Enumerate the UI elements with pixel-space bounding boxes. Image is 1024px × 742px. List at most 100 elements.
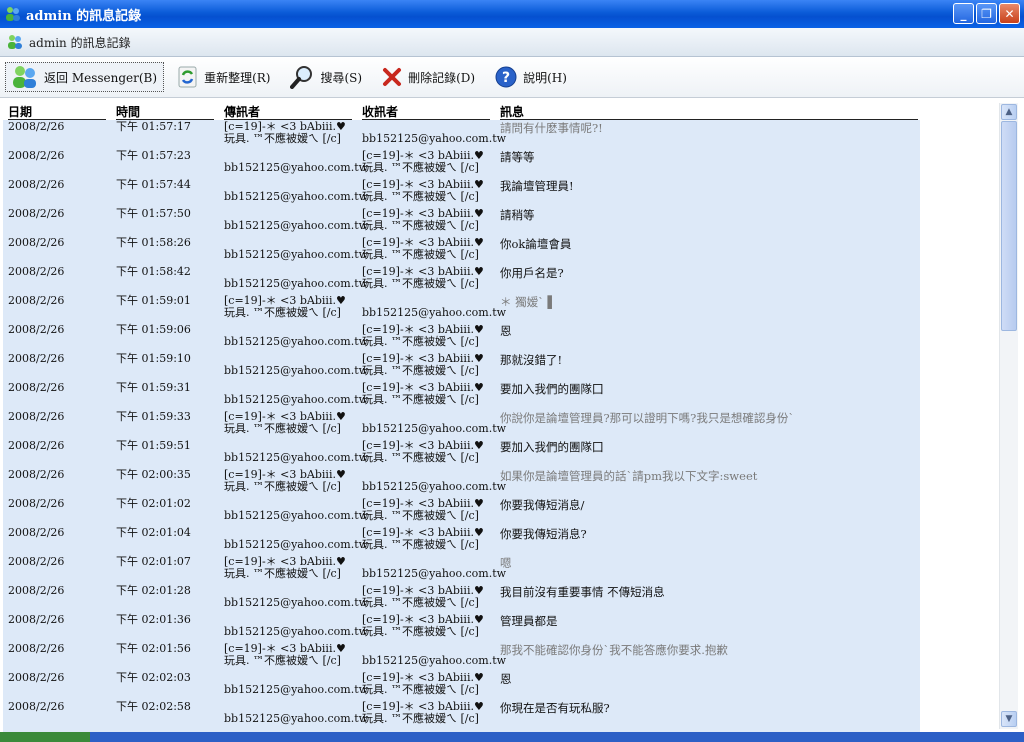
search-icon bbox=[290, 66, 313, 89]
scroll-down-button[interactable]: ▼ bbox=[1001, 711, 1017, 727]
scroll-up-button[interactable]: ▲ bbox=[1001, 104, 1017, 120]
cell-time: 下午 01:57:23 bbox=[116, 149, 191, 162]
cell-receiver: [c=19]-＊ <3 bAbiii.♥玩具. ™不應被嫒ㄟ [/c] bbox=[362, 352, 484, 377]
table-row[interactable]: 2008/2/26 下午 02:01:02 bb152125@yahoo.com.t… bbox=[3, 497, 920, 526]
table-row[interactable]: 2008/2/26 下午 02:01:07 [c=19]-＊ <3 bAbiii.♥… bbox=[3, 555, 920, 584]
table-row[interactable]: 2008/2/26 下午 01:59:01 [c=19]-＊ <3 bAbiii.♥… bbox=[3, 294, 920, 323]
table-row[interactable]: 2008/2/26 下午 02:01:56 [c=19]-＊ <3 bAbiii.♥… bbox=[3, 642, 920, 671]
cell-message: 你要我傳短消息/ bbox=[500, 498, 585, 512]
empty-area bbox=[920, 98, 998, 732]
table-row[interactable]: 2008/2/26 下午 01:59:51 bb152125@yahoo.com.t… bbox=[3, 439, 920, 468]
messenger-buddies-icon bbox=[8, 35, 22, 49]
cell-time: 下午 02:01:02 bbox=[116, 497, 191, 510]
table-row[interactable]: 2008/2/26 下午 01:59:10 bb152125@yahoo.com.t… bbox=[3, 352, 920, 381]
svg-text:?: ? bbox=[502, 70, 510, 86]
cell-sender: [c=19]-＊ <3 bAbiii.♥玩具. ™不應被嫒ㄟ [/c] bbox=[224, 468, 346, 493]
cell-message: 要加入我們的團隊囗 bbox=[500, 382, 604, 396]
cell-receiver: [c=19]-＊ <3 bAbiii.♥玩具. ™不應被嫒ㄟ [/c] bbox=[362, 236, 484, 261]
refresh-button[interactable]: 重新整理(R) bbox=[172, 62, 276, 92]
cell-time: 下午 01:57:44 bbox=[116, 178, 191, 191]
cell-receiver: [c=19]-＊ <3 bAbiii.♥玩具. ™不應被嫒ㄟ [/c] bbox=[362, 178, 484, 203]
table-row[interactable]: 2008/2/26 下午 01:57:44 bb152125@yahoo.com.t… bbox=[3, 178, 920, 207]
column-header-sender[interactable]: 傳訊者 bbox=[224, 103, 352, 120]
cell-date: 2008/2/26 bbox=[8, 497, 65, 510]
cell-message: 你用戶名是? bbox=[500, 266, 564, 280]
cell-time: 下午 01:57:17 bbox=[116, 120, 191, 133]
cell-receiver: [c=19]-＊ <3 bAbiii.♥玩具. ™不應被嫒ㄟ [/c] bbox=[362, 671, 484, 696]
cell-date: 2008/2/26 bbox=[8, 584, 65, 597]
restore-button[interactable]: ❐ bbox=[976, 3, 997, 24]
vertical-scrollbar[interactable]: ▲ ▼ bbox=[999, 103, 1018, 729]
window-controls: _ ❐ ✕ bbox=[953, 3, 1020, 24]
search-button[interactable]: 搜尋(S) bbox=[284, 62, 368, 92]
cell-sender: [c=19]-＊ <3 bAbiii.♥玩具. ™不應被嫒ㄟ [/c] bbox=[224, 294, 346, 319]
scroll-thumb[interactable] bbox=[1001, 121, 1017, 331]
table-row[interactable]: 2008/2/26 下午 01:57:17 [c=19]-＊ <3 bAbiii.♥… bbox=[3, 120, 920, 149]
table-row[interactable]: 2008/2/26 下午 01:57:50 bb152125@yahoo.com.t… bbox=[3, 207, 920, 236]
cell-date: 2008/2/26 bbox=[8, 700, 65, 713]
cell-time: 下午 01:59:01 bbox=[116, 294, 191, 307]
close-button[interactable]: ✕ bbox=[999, 3, 1020, 24]
table-row[interactable]: 2008/2/26 下午 01:59:33 [c=19]-＊ <3 bAbiii.♥… bbox=[3, 410, 920, 439]
refresh-button-label: 重新整理(R) bbox=[204, 70, 271, 85]
column-header-receiver[interactable]: 收訊者 bbox=[362, 103, 490, 120]
cell-sender: bb152125@yahoo.com.tw bbox=[224, 219, 369, 232]
cell-receiver: [c=19]-＊ <3 bAbiii.♥玩具. ™不應被嫒ㄟ [/c] bbox=[362, 613, 484, 638]
cell-sender: [c=19]-＊ <3 bAbiii.♥玩具. ™不應被嫒ㄟ [/c] bbox=[224, 642, 346, 667]
minimize-button[interactable]: _ bbox=[953, 3, 974, 24]
cell-message: 你ok論壇會員 bbox=[500, 237, 572, 251]
cell-time: 下午 01:57:50 bbox=[116, 207, 191, 220]
close-icon: ✕ bbox=[1004, 6, 1015, 21]
column-header-time[interactable]: 時間 bbox=[116, 103, 214, 120]
cell-sender: bb152125@yahoo.com.tw bbox=[224, 335, 369, 348]
table-row[interactable]: 2008/2/26 下午 01:59:06 bb152125@yahoo.com.t… bbox=[3, 323, 920, 352]
cell-receiver: bb152125@yahoo.com.tw bbox=[362, 306, 507, 319]
cell-sender: [c=19]-＊ <3 bAbiii.♥玩具. ™不應被嫒ㄟ [/c] bbox=[224, 555, 346, 580]
cell-message: 那就沒錯了! bbox=[500, 353, 563, 367]
table-row[interactable]: 2008/2/26 下午 02:00:35 [c=19]-＊ <3 bAbiii.♥… bbox=[3, 468, 920, 497]
cell-time: 下午 01:59:31 bbox=[116, 381, 191, 394]
back-to-messenger-button[interactable]: 返回 Messenger(B) bbox=[5, 62, 165, 92]
cell-message: 你要我傳短消息? bbox=[500, 527, 587, 541]
cell-date: 2008/2/26 bbox=[8, 468, 65, 481]
messenger-buddies-icon bbox=[13, 66, 36, 88]
table-row[interactable]: 2008/2/26 下午 01:58:26 bb152125@yahoo.com.t… bbox=[3, 236, 920, 265]
help-button[interactable]: ? 說明(H) bbox=[489, 62, 573, 92]
start-button-edge bbox=[0, 732, 90, 742]
delete-history-button[interactable]: 刪除記錄(D) bbox=[376, 62, 481, 92]
message-table: 日期 時間 傳訊者 收訊者 訊息 2008/2/26 下午 01:57:17 [c=… bbox=[3, 98, 920, 732]
cell-time: 下午 02:01:07 bbox=[116, 555, 191, 568]
refresh-icon bbox=[178, 66, 197, 88]
cell-sender: bb152125@yahoo.com.tw bbox=[224, 712, 369, 725]
table-row[interactable]: 2008/2/26 下午 02:01:28 bb152125@yahoo.com.t… bbox=[3, 584, 920, 613]
cell-date: 2008/2/26 bbox=[8, 294, 65, 307]
cell-sender: [c=19]-＊ <3 bAbiii.♥玩具. ™不應被嫒ㄟ [/c] bbox=[224, 410, 346, 435]
cell-receiver: [c=19]-＊ <3 bAbiii.♥玩具. ™不應被嫒ㄟ [/c] bbox=[362, 207, 484, 232]
cell-date: 2008/2/26 bbox=[8, 265, 65, 278]
cell-message: 請等等 bbox=[500, 150, 535, 164]
cell-time: 下午 01:59:10 bbox=[116, 352, 191, 365]
cell-message: 那我不能確認你身份`我不能答應你要求.抱歉 bbox=[500, 643, 728, 657]
header-title: admin 的訊息記錄 bbox=[29, 35, 131, 50]
table-row[interactable]: 2008/2/26 下午 02:01:04 bb152125@yahoo.com.t… bbox=[3, 526, 920, 555]
cell-date: 2008/2/26 bbox=[8, 381, 65, 394]
column-header-date[interactable]: 日期 bbox=[8, 103, 106, 120]
cell-message: 恩 bbox=[500, 324, 512, 338]
messenger-buddies-icon bbox=[6, 7, 20, 21]
message-log-view: 日期 時間 傳訊者 收訊者 訊息 2008/2/26 下午 01:57:17 [c=… bbox=[0, 98, 1024, 732]
table-row[interactable]: 2008/2/26 下午 02:02:58 bb152125@yahoo.com.t… bbox=[3, 700, 920, 729]
cell-message: 恩 bbox=[500, 672, 512, 686]
cell-sender: bb152125@yahoo.com.tw bbox=[224, 277, 369, 290]
column-header-message[interactable]: 訊息 bbox=[500, 103, 918, 120]
cell-message: 請問有什麽事情呢?! bbox=[500, 121, 603, 135]
table-row[interactable]: 2008/2/26 下午 01:59:31 bb152125@yahoo.com.t… bbox=[3, 381, 920, 410]
table-row[interactable]: 2008/2/26 下午 01:58:42 bb152125@yahoo.com.t… bbox=[3, 265, 920, 294]
table-row[interactable]: 2008/2/26 下午 02:01:36 bb152125@yahoo.com.t… bbox=[3, 613, 920, 642]
table-row[interactable]: 2008/2/26 下午 02:02:03 bb152125@yahoo.com.t… bbox=[3, 671, 920, 700]
table-row[interactable]: 2008/2/26 下午 01:57:23 bb152125@yahoo.com.t… bbox=[3, 149, 920, 178]
log-header: admin 的訊息記錄 bbox=[0, 28, 1024, 57]
cell-date: 2008/2/26 bbox=[8, 671, 65, 684]
cell-receiver: [c=19]-＊ <3 bAbiii.♥玩具. ™不應被嫒ㄟ [/c] bbox=[362, 381, 484, 406]
delete-button-label: 刪除記錄(D) bbox=[408, 70, 476, 85]
cell-sender: bb152125@yahoo.com.tw bbox=[224, 596, 369, 609]
